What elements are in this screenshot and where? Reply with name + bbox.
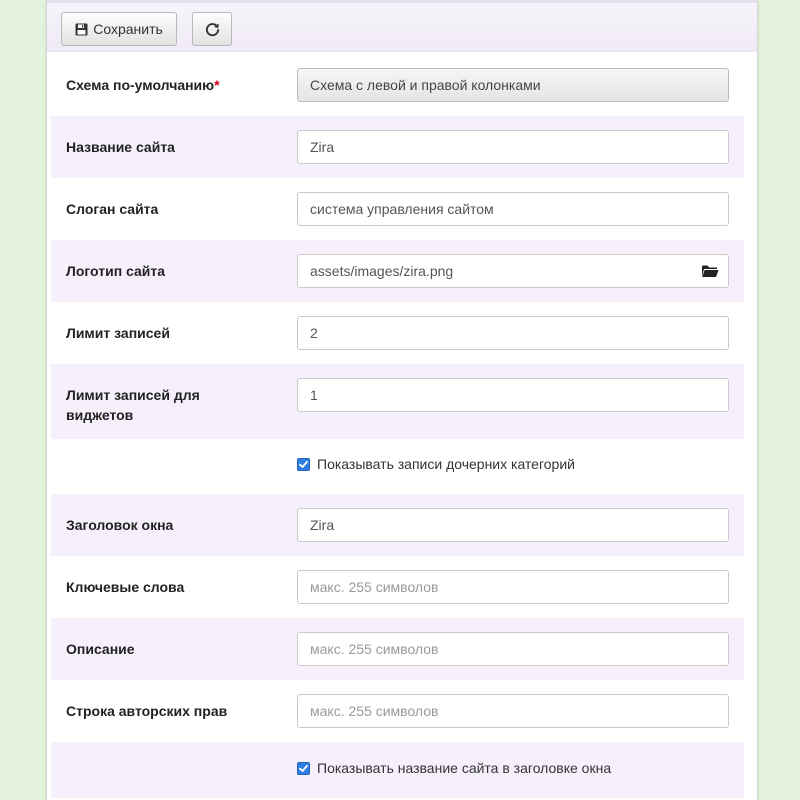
row-site-slogan: Слоган сайта система управления сайтом — [51, 178, 744, 240]
site-slogan-input[interactable]: система управления сайтом — [297, 192, 729, 226]
floppy-disk-icon — [75, 23, 88, 36]
save-button[interactable]: Сохранить — [61, 12, 177, 46]
default-layout-value: Схема с левой и правой колонками — [310, 77, 541, 93]
show-site-name-in-title-checkbox[interactable]: Показывать название сайта в заголовке ок… — [297, 760, 611, 776]
row-description: Описание макс. 255 символов — [51, 618, 744, 680]
widget-records-limit-value: 1 — [310, 387, 318, 403]
site-slogan-label: Слоган сайта — [66, 201, 159, 217]
toolbar: Сохранить — [47, 0, 757, 52]
widget-records-limit-label: Лимит записей для виджетов — [66, 387, 200, 423]
keywords-input[interactable]: макс. 255 символов — [297, 570, 729, 604]
copyright-placeholder: макс. 255 символов — [310, 703, 439, 719]
site-slogan-value: система управления сайтом — [310, 201, 494, 217]
description-label: Описание — [66, 641, 135, 657]
checkbox-checked-icon[interactable] — [297, 761, 310, 775]
row-site-logo: Логотип сайта assets/images/zira.png — [51, 240, 744, 302]
show-child-category-records-label: Показывать записи дочерних категорий — [317, 456, 575, 472]
row-default-layout: Схема по-умолчанию* Схема с левой и прав… — [51, 54, 744, 116]
refresh-icon — [205, 22, 220, 37]
settings-form: Схема по-умолчанию* Схема с левой и прав… — [51, 54, 744, 798]
site-name-value: Zira — [310, 139, 335, 155]
window-title-input[interactable]: Zira — [297, 508, 729, 542]
site-logo-label: Логотип сайта — [66, 263, 166, 279]
description-placeholder: макс. 255 символов — [310, 641, 439, 657]
row-site-name: Название сайта Zira — [51, 116, 744, 178]
save-button-label: Сохранить — [93, 21, 163, 37]
window-title-label: Заголовок окна — [66, 517, 174, 533]
row-widget-records-limit: Лимит записей для виджетов 1 — [51, 364, 744, 439]
records-limit-value: 2 — [310, 325, 318, 341]
window-title-value: Zira — [310, 517, 335, 533]
settings-panel: Сохранить Схема по-умолчанию* Схема с ле… — [46, 0, 758, 800]
records-limit-label: Лимит записей — [66, 325, 170, 341]
copyright-input[interactable]: макс. 255 символов — [297, 694, 729, 728]
site-logo-value: assets/images/zira.png — [310, 263, 454, 279]
default-layout-label: Схема по-умолчанию* — [66, 77, 220, 93]
default-layout-select[interactable]: Схема с левой и правой колонками — [297, 68, 729, 102]
description-input[interactable]: макс. 255 символов — [297, 632, 729, 666]
widget-records-limit-input[interactable]: 1 — [297, 378, 729, 412]
copyright-label: Строка авторских прав — [66, 703, 228, 719]
row-copyright: Строка авторских прав макс. 255 символов — [51, 680, 744, 742]
site-name-label: Название сайта — [66, 139, 175, 155]
keywords-placeholder: макс. 255 символов — [310, 579, 439, 595]
show-site-name-in-title-label: Показывать название сайта в заголовке ок… — [317, 760, 612, 776]
required-mark: * — [214, 77, 220, 93]
refresh-button[interactable] — [192, 12, 232, 46]
site-name-input[interactable]: Zira — [297, 130, 729, 164]
show-child-category-records-checkbox[interactable]: Показывать записи дочерних категорий — [297, 456, 575, 472]
row-show-site-name-in-title: Показывать название сайта в заголовке ок… — [51, 742, 744, 798]
row-show-child-category-records: Показывать записи дочерних категорий — [51, 439, 744, 494]
folder-open-icon[interactable] — [701, 264, 719, 278]
row-keywords: Ключевые слова макс. 255 символов — [51, 556, 744, 618]
records-limit-input[interactable]: 2 — [297, 316, 729, 350]
site-logo-input[interactable]: assets/images/zira.png — [297, 254, 729, 288]
row-window-title: Заголовок окна Zira — [51, 494, 744, 556]
checkbox-checked-icon[interactable] — [297, 457, 310, 471]
keywords-label: Ключевые слова — [66, 579, 185, 595]
row-records-limit: Лимит записей 2 — [51, 302, 744, 364]
